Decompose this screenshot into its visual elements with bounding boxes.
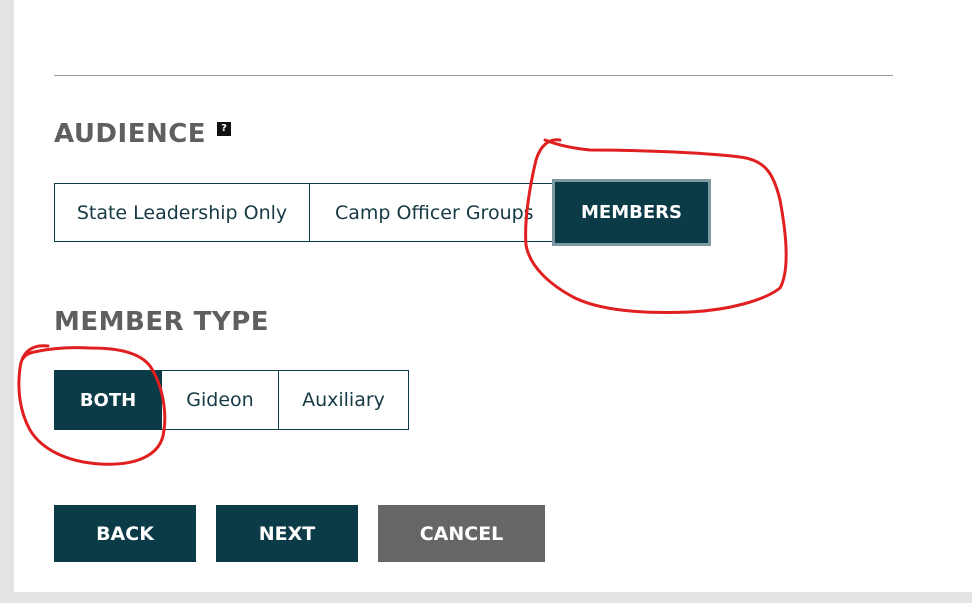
audience-option-members[interactable]: MEMBERS: [552, 179, 711, 246]
audience-option-camp-officer-groups[interactable]: Camp Officer Groups: [309, 183, 555, 242]
member-type-option-auxiliary[interactable]: Auxiliary: [278, 370, 409, 430]
next-button[interactable]: NEXT: [216, 505, 358, 562]
help-icon[interactable]: ?: [217, 122, 231, 136]
member-type-option-both[interactable]: BOTH: [54, 370, 162, 430]
member-type-heading: MEMBER TYPE: [54, 307, 270, 337]
audience-heading: AUDIENCE: [54, 119, 207, 149]
back-button[interactable]: BACK: [54, 505, 196, 562]
cancel-button[interactable]: CANCEL: [378, 505, 545, 562]
member-type-option-gideon[interactable]: Gideon: [161, 370, 279, 430]
form-page: AUDIENCE ? State Leadership Only Camp Of…: [14, 0, 972, 592]
section-divider: [54, 75, 893, 76]
audience-option-state-leadership[interactable]: State Leadership Only: [54, 183, 310, 242]
